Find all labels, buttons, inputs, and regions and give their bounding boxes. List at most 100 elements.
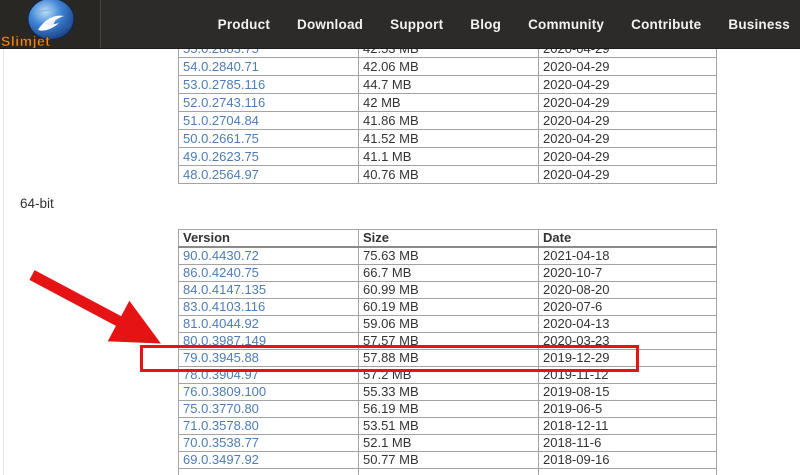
table-row: 48.0.2564.97 40.76 MB 2020-04-29 xyxy=(178,165,717,184)
page: 55.0.2883.7542.53 MB2020-04-2954.0.2840.… xyxy=(0,0,800,475)
date-cell: 2021-04-18 xyxy=(538,246,717,265)
version-link[interactable]: 75.0.3770.80 xyxy=(183,402,259,417)
nav-item-contribute[interactable]: Contribute xyxy=(631,17,701,32)
empty-cell xyxy=(358,468,539,475)
version-cell: 53.0.2785.116 xyxy=(178,75,359,94)
date-cell: 2020-08-20 xyxy=(538,281,717,299)
version-cell: 84.0.4147.135 xyxy=(178,281,359,299)
table-row: 76.0.3809.100 55.33 MB 2019-08-15 xyxy=(178,383,717,401)
size-cell: 60.99 MB xyxy=(358,281,539,299)
version-cell: 71.0.3578.80 xyxy=(178,417,359,435)
nav-item-support[interactable]: Support xyxy=(390,17,443,32)
size-cell: 41.86 MB xyxy=(358,111,539,130)
version-link[interactable]: 81.0.4044.92 xyxy=(183,317,259,332)
date-cell: 2020-04-29 xyxy=(538,75,717,94)
version-link[interactable]: 71.0.3578.80 xyxy=(183,419,259,434)
version-cell: 83.0.4103.116 xyxy=(178,298,359,316)
table-row: 50.0.2661.75 41.52 MB 2020-04-29 xyxy=(178,129,717,148)
table-row: 70.0.3538.77 52.1 MB 2018-11-6 xyxy=(178,434,717,452)
date-cell: 2020-04-29 xyxy=(538,57,717,76)
nav-menu: Product Download Support Blog Community … xyxy=(100,0,800,48)
table-row: 84.0.4147.135 60.99 MB 2020-08-20 xyxy=(178,281,717,299)
brand-name: Slimjet xyxy=(1,33,50,48)
date-cell: 2020-04-29 xyxy=(538,165,717,184)
version-link[interactable]: 49.0.2623.75 xyxy=(183,149,259,164)
nav-item-blog[interactable]: Blog xyxy=(470,17,501,32)
version-cell: 75.0.3770.80 xyxy=(178,400,359,418)
version-link[interactable]: 52.0.2743.116 xyxy=(183,95,265,110)
version-link[interactable]: 86.0.4240.75 xyxy=(183,266,259,281)
version-link[interactable]: 70.0.3538.77 xyxy=(183,436,259,451)
size-cell: 40.76 MB xyxy=(358,165,539,184)
date-cell: 2018-11-6 xyxy=(538,434,717,452)
nav-item-product[interactable]: Product xyxy=(218,17,270,32)
date-cell: 2020-04-29 xyxy=(538,93,717,112)
size-cell: 56.19 MB xyxy=(358,400,539,418)
table-row: 49.0.2623.75 41.1 MB 2020-04-29 xyxy=(178,147,717,166)
version-cell: 48.0.2564.97 xyxy=(178,165,359,184)
annotation-arrow xyxy=(29,270,161,344)
version-cell: 69.0.3497.92 xyxy=(178,451,359,469)
version-link[interactable]: 83.0.4103.116 xyxy=(183,300,265,315)
version-link[interactable]: 51.0.2704.84 xyxy=(183,113,259,128)
nav-item-community[interactable]: Community xyxy=(528,17,604,32)
size-cell: 75.63 MB xyxy=(358,246,539,265)
table-row: 90.0.4430.72 75.63 MB 2021-04-18 xyxy=(178,246,717,265)
size-cell: 42 MB xyxy=(358,93,539,112)
page-edge-divider xyxy=(3,48,4,475)
empty-cell xyxy=(178,468,359,475)
size-cell: 44.7 MB xyxy=(358,75,539,94)
date-cell: 2020-04-29 xyxy=(538,147,717,166)
size-cell: 41.52 MB xyxy=(358,129,539,148)
brand-logo[interactable]: Slimjet xyxy=(0,0,101,49)
column-header-version: Version xyxy=(178,229,359,248)
table-header-row: Version Size Date xyxy=(178,229,717,248)
version-link[interactable]: 50.0.2661.75 xyxy=(183,131,259,146)
version-cell: 54.0.2840.71 xyxy=(178,57,359,76)
table-32bit: 55.0.2883.7542.53 MB2020-04-2954.0.2840.… xyxy=(178,39,717,184)
table-row: 86.0.4240.75 66.7 MB 2020-10-7 xyxy=(178,264,717,282)
version-link[interactable]: 84.0.4147.135 xyxy=(183,283,266,298)
table-row xyxy=(178,468,717,475)
version-cell: 70.0.3538.77 xyxy=(178,434,359,452)
version-link[interactable]: 53.0.2785.116 xyxy=(183,77,265,92)
version-link[interactable]: 76.0.3809.100 xyxy=(183,385,266,400)
date-cell: 2020-04-29 xyxy=(538,111,717,130)
version-cell: 51.0.2704.84 xyxy=(178,111,359,130)
column-header-date: Date xyxy=(538,229,717,248)
version-link[interactable]: 48.0.2564.97 xyxy=(183,167,259,182)
date-cell: 2020-07-6 xyxy=(538,298,717,316)
size-cell: 55.33 MB xyxy=(358,383,539,401)
table-row: 69.0.3497.92 50.77 MB 2018-09-16 xyxy=(178,451,717,469)
size-cell: 52.1 MB xyxy=(358,434,539,452)
nav-item-business[interactable]: Business xyxy=(728,17,790,32)
column-header-size: Size xyxy=(358,229,539,248)
date-cell: 2020-04-13 xyxy=(538,315,717,333)
date-cell: 2019-08-15 xyxy=(538,383,717,401)
size-cell: 42.06 MB xyxy=(358,57,539,76)
size-cell: 66.7 MB xyxy=(358,264,539,282)
version-cell: 86.0.4240.75 xyxy=(178,264,359,282)
version-link[interactable]: 90.0.4430.72 xyxy=(183,248,259,263)
table-row: 54.0.2840.71 42.06 MB 2020-04-29 xyxy=(178,57,717,76)
size-cell: 59.06 MB xyxy=(358,315,539,333)
table-row: 51.0.2704.84 41.86 MB 2020-04-29 xyxy=(178,111,717,130)
table-row: 81.0.4044.92 59.06 MB 2020-04-13 xyxy=(178,315,717,333)
version-link[interactable]: 54.0.2840.71 xyxy=(183,59,259,74)
size-cell: 53.51 MB xyxy=(358,417,539,435)
top-navbar: Slimjet Product Download Support Blog Co… xyxy=(0,0,800,49)
section-label-64bit: 64-bit xyxy=(20,196,54,211)
version-cell: 90.0.4430.72 xyxy=(178,246,359,265)
nav-item-download[interactable]: Download xyxy=(297,17,363,32)
size-cell: 60.19 MB xyxy=(358,298,539,316)
version-cell: 52.0.2743.116 xyxy=(178,93,359,112)
version-link[interactable]: 69.0.3497.92 xyxy=(183,453,259,468)
date-cell: 2020-10-7 xyxy=(538,264,717,282)
date-cell: 2020-04-29 xyxy=(538,129,717,148)
table-row: 53.0.2785.116 44.7 MB 2020-04-29 xyxy=(178,75,717,94)
empty-cell xyxy=(538,468,717,475)
table-row: 52.0.2743.116 42 MB 2020-04-29 xyxy=(178,93,717,112)
date-cell: 2018-09-16 xyxy=(538,451,717,469)
date-cell: 2018-12-11 xyxy=(538,417,717,435)
size-cell: 50.77 MB xyxy=(358,451,539,469)
